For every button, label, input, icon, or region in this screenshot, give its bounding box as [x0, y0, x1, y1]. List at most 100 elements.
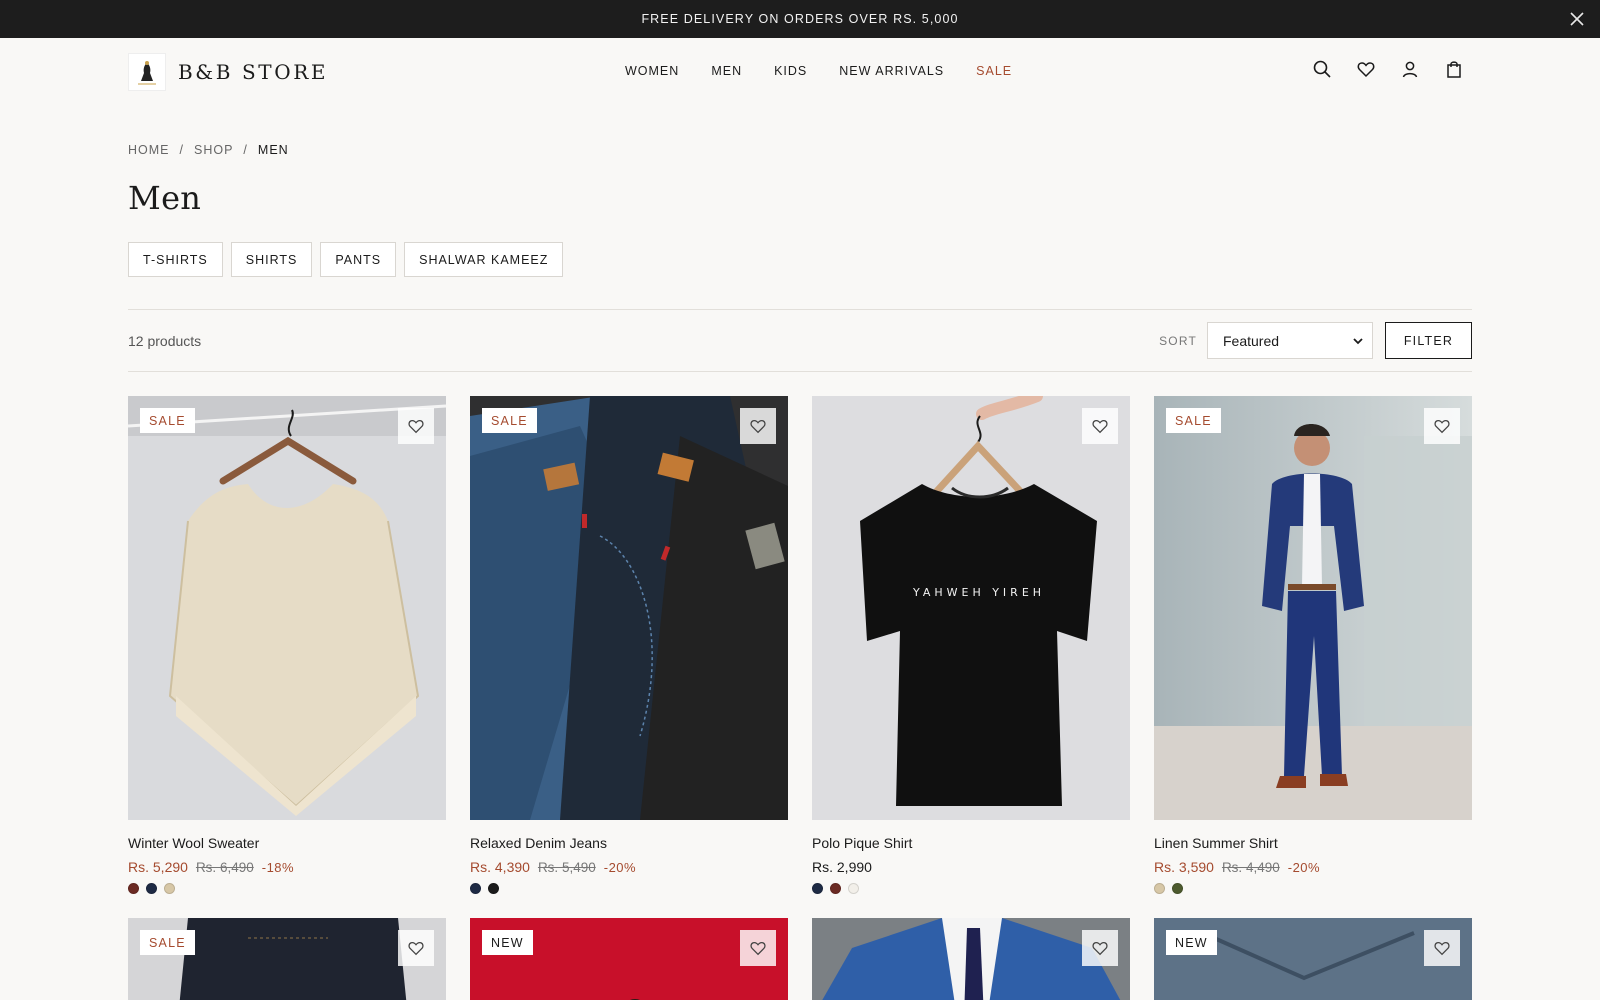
discount-percent: -20%	[603, 860, 637, 875]
chip-pants[interactable]: PANTS	[320, 242, 397, 277]
product-name[interactable]: Relaxed Denim Jeans	[470, 835, 788, 851]
user-icon[interactable]	[1400, 59, 1420, 79]
breadcrumb-shop[interactable]: SHOP	[194, 143, 233, 157]
breadcrumb: HOME / SHOP / MEN	[128, 143, 1472, 157]
nav-women[interactable]: WOMEN	[625, 64, 679, 78]
search-icon[interactable]	[1312, 59, 1332, 79]
product-image[interactable]: SALE	[128, 396, 446, 820]
product-card[interactable]: YAHWEH YIREH Polo Pique Shirt Rs. 2,990	[812, 396, 1130, 894]
wishlist-heart-icon[interactable]	[1082, 930, 1118, 966]
chip-t-shirts[interactable]: T-SHIRTS	[128, 242, 223, 277]
swatch-navy[interactable]	[470, 883, 481, 894]
filter-button[interactable]: FILTER	[1385, 322, 1472, 359]
wishlist-heart-icon[interactable]	[1082, 408, 1118, 444]
sale-badge: SALE	[140, 408, 195, 433]
chip-shalwar-kameez[interactable]: SHALWAR KAMEEZ	[404, 242, 564, 277]
wishlist-heart-icon[interactable]	[398, 408, 434, 444]
bag-icon[interactable]	[1444, 59, 1464, 79]
heart-icon[interactable]	[1356, 59, 1376, 79]
product-image[interactable]: SALE	[470, 396, 788, 820]
product-image[interactable]	[812, 918, 1130, 1000]
brand-name: B&B STORE	[178, 60, 329, 84]
wishlist-heart-icon[interactable]	[398, 930, 434, 966]
breadcrumb-separator: /	[179, 143, 184, 157]
product-prices: Rs. 5,290 Rs. 6,490 -18%	[128, 859, 446, 875]
nav-new-arrivals[interactable]: NEW ARRIVALS	[839, 64, 944, 78]
product-card[interactable]: NEW	[470, 918, 788, 1000]
new-badge: NEW	[1166, 930, 1217, 955]
swatch-navy[interactable]	[812, 883, 823, 894]
breadcrumb-home[interactable]: HOME	[128, 143, 170, 157]
swatch-beige[interactable]	[1154, 883, 1165, 894]
sale-price: Rs. 4,390	[470, 859, 530, 875]
sweater-image	[128, 396, 446, 820]
nav-sale[interactable]: SALE	[976, 64, 1012, 78]
swatch-black[interactable]	[488, 883, 499, 894]
product-image[interactable]: NEW	[1154, 918, 1472, 1000]
product-card[interactable]	[812, 918, 1130, 1000]
nav-men[interactable]: MEN	[711, 64, 742, 78]
discount-percent: -18%	[261, 860, 295, 875]
regular-price: Rs. 2,990	[812, 859, 872, 875]
product-prices: Rs. 4,390 Rs. 5,490 -20%	[470, 859, 788, 875]
product-name[interactable]: Winter Wool Sweater	[128, 835, 446, 851]
brand[interactable]: B&B STORE	[128, 53, 328, 91]
product-image[interactable]: NEW	[470, 918, 788, 1000]
shirt-print-text: YAHWEH YIREH	[912, 586, 1045, 599]
sale-price: Rs. 5,290	[128, 859, 188, 875]
chip-shirts[interactable]: SHIRTS	[230, 242, 313, 277]
tshirt-image: YAHWEH YIREH	[812, 396, 1130, 820]
swatch-beige[interactable]	[164, 883, 175, 894]
sale-price: Rs. 3,590	[1154, 859, 1214, 875]
product-count: 12 products	[128, 332, 202, 349]
new-badge: NEW	[482, 930, 533, 955]
sort-label: SORT	[1159, 333, 1197, 348]
announcement-bar: FREE DELIVERY ON ORDERS OVER RS. 5,000	[0, 0, 1600, 38]
product-name[interactable]: Polo Pique Shirt	[812, 835, 1130, 851]
site-header: B&B STORE WOMEN MEN KIDS NEW ARRIVALS SA…	[0, 38, 1600, 104]
close-icon[interactable]	[1568, 10, 1586, 28]
product-card[interactable]: SALE	[128, 918, 446, 1000]
nav-kids[interactable]: KIDS	[774, 64, 807, 78]
wishlist-heart-icon[interactable]	[1424, 408, 1460, 444]
product-prices: Rs. 2,990	[812, 859, 1130, 875]
swatch-white[interactable]	[848, 883, 859, 894]
wishlist-heart-icon[interactable]	[740, 408, 776, 444]
original-price: Rs. 6,490	[195, 860, 254, 875]
sort-value: Featured	[1223, 332, 1280, 349]
swatch-navy[interactable]	[146, 883, 157, 894]
product-toolbar: 12 products SORT Featured FILTER	[128, 309, 1472, 372]
breadcrumb-current: MEN	[257, 143, 289, 157]
product-card[interactable]: NEW	[1154, 918, 1472, 1000]
product-card[interactable]: SALE Relaxed Denim Jeans Rs. 4,390 Rs. 5…	[470, 396, 788, 894]
breadcrumb-separator: /	[243, 143, 248, 157]
swatch-maroon[interactable]	[128, 883, 139, 894]
color-swatches	[470, 883, 788, 894]
sale-badge: SALE	[140, 930, 195, 955]
color-swatches	[128, 883, 446, 894]
suit-model-image	[1154, 396, 1472, 820]
category-chips: T-SHIRTS SHIRTS PANTS SHALWAR KAMEEZ	[128, 242, 1472, 277]
brand-logo	[128, 53, 166, 91]
product-card[interactable]: SALE Winter Wool Sweater Rs. 5,290 Rs. 6…	[128, 396, 446, 894]
main-nav: WOMEN MEN KIDS NEW ARRIVALS SALE	[625, 64, 1012, 78]
swatch-olive[interactable]	[1172, 883, 1183, 894]
product-image[interactable]: YAHWEH YIREH	[812, 396, 1130, 820]
original-price: Rs. 5,490	[537, 860, 596, 875]
color-swatches	[1154, 883, 1472, 894]
color-swatches	[812, 883, 1130, 894]
discount-percent: -20%	[1287, 860, 1321, 875]
product-image[interactable]: SALE	[128, 918, 446, 1000]
product-image[interactable]: SALE	[1154, 396, 1472, 820]
product-prices: Rs. 3,590 Rs. 4,490 -20%	[1154, 859, 1472, 875]
wishlist-heart-icon[interactable]	[740, 930, 776, 966]
sale-badge: SALE	[1166, 408, 1221, 433]
sort-select[interactable]: Featured	[1207, 322, 1373, 359]
product-name[interactable]: Linen Summer Shirt	[1154, 835, 1472, 851]
product-grid: SALE Winter Wool Sweater Rs. 5,290 Rs. 6…	[128, 396, 1472, 1000]
header-icons	[1312, 59, 1464, 79]
swatch-maroon[interactable]	[830, 883, 841, 894]
denim-image	[470, 396, 788, 820]
wishlist-heart-icon[interactable]	[1424, 930, 1460, 966]
product-card[interactable]: SALE Linen Summer Shirt Rs. 3,590 Rs. 4,…	[1154, 396, 1472, 894]
